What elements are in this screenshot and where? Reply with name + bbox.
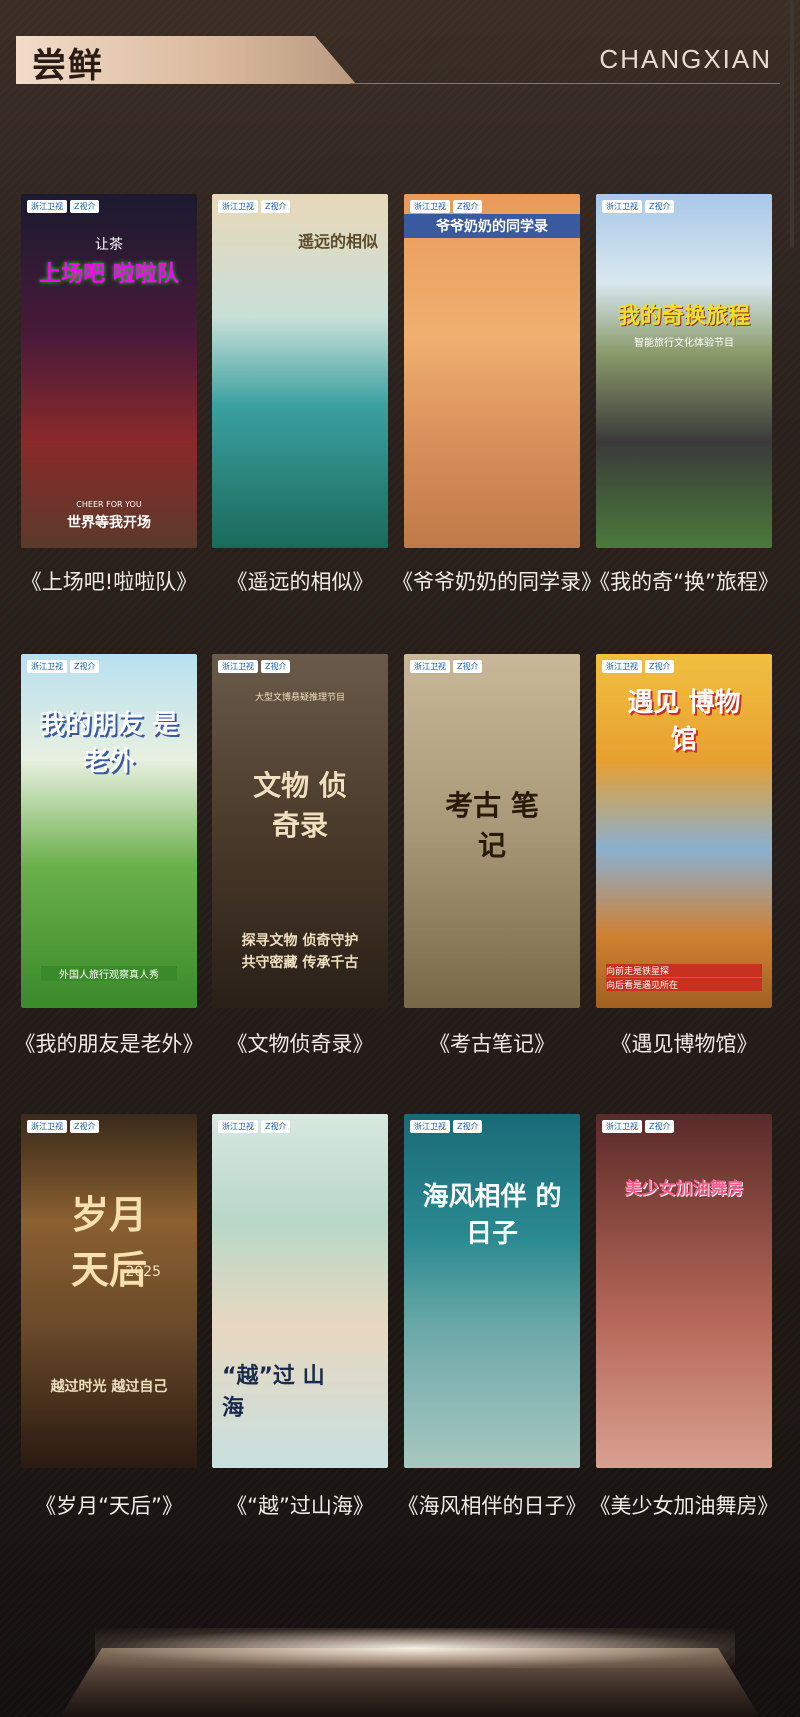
zjtv-logo: 浙江卫视 [27,660,67,673]
program-card-5[interactable]: 浙江卫视 Z视介 我的朋友 是老外 外国人旅行观察真人秀 [21,654,197,1008]
app-logo: Z视介 [453,200,483,213]
app-logo: Z视介 [645,200,675,213]
zjtv-logo: 浙江卫视 [218,1120,258,1133]
program-card-2[interactable]: 浙江卫视 Z视介 遥远的相似 [212,194,388,548]
section-title: 尝鲜 [32,46,104,86]
poster-tag2: 向后看是遇见所在 [606,978,762,991]
program-card-6[interactable]: 浙江卫视 Z视介 大型文博悬疑推理节目 文物 侦奇录 探寻文物 侦奇守护 共守密藏… [212,654,388,1008]
program-card-3[interactable]: 浙江卫视 Z视介 爷爷奶奶的同学录 [404,194,580,548]
poster-top-text: 大型文博悬疑推理节目 [254,693,345,703]
program-card-10[interactable]: 浙江卫视 Z视介 “越”过 山海 [212,1114,388,1468]
program-card-9[interactable]: 浙江卫视 Z视介 岁月 天后 2025 越过时光 越过自己 [21,1114,197,1468]
poster-title: 文物 侦奇录 [253,769,347,842]
app-logo: Z视介 [70,660,100,673]
program-card-11[interactable]: 浙江卫视 Z视介 海风相伴 的日子 [404,1114,580,1468]
app-logo: Z视介 [453,1120,483,1133]
zjtv-logo: 浙江卫视 [602,1120,642,1133]
app-logo: Z视介 [70,1120,100,1133]
app-logo: Z视介 [453,660,483,673]
section-subtitle: CHANGXIAN [599,44,772,74]
header-divider [350,83,780,84]
poster-title: 我的朋友 是老外 [39,710,179,777]
program-caption-12[interactable]: 《美少女加油舞房》 [584,1490,784,1520]
zjtv-logo: 浙江卫视 [218,200,258,213]
program-card-1[interactable]: 浙江卫视 Z视介 让茶 上场吧 啦啦队 CHEER FOR YOU 世界等我开场 [21,194,197,548]
app-logo: Z视介 [70,200,100,213]
poster-title: 遇见 博物馆 [627,688,741,755]
zjtv-logo: 浙江卫视 [218,660,258,673]
app-logo: Z视介 [645,660,675,673]
program-card-12[interactable]: 浙江卫视 Z视介 美少女加油舞房 [596,1114,772,1468]
program-caption-10[interactable]: 《“越”过山海》 [200,1490,400,1520]
zjtv-logo: 浙江卫视 [410,660,450,673]
program-caption-9[interactable]: 《岁月“天后”》 [9,1490,209,1520]
poster-tag: 探寻文物 侦奇守护 [241,933,359,949]
poster-tag: 外国人旅行观察真人秀 [41,966,177,981]
scrollbar[interactable] [790,0,794,248]
program-caption-5[interactable]: 《我的朋友是老外》 [9,1028,209,1058]
program-caption-6[interactable]: 《文物侦奇录》 [200,1028,400,1058]
program-card-4[interactable]: 浙江卫视 Z视介 我的奇换旅程 智能旅行文化体验节目 [596,194,772,548]
zjtv-logo: 浙江卫视 [27,200,67,213]
poster-title: 爷爷奶奶的同学录 [404,214,580,238]
program-card-7[interactable]: 浙江卫视 Z视介 考古 笔记 [404,654,580,1008]
stage-glow [95,1628,735,1668]
poster-title: “越”过 山海 [222,1364,325,1421]
zjtv-logo: 浙江卫视 [602,200,642,213]
zjtv-logo: 浙江卫视 [410,1120,450,1133]
poster-tag2: 共守密藏 传承千古 [241,955,359,971]
program-caption-3[interactable]: 《爷爷奶奶的同学录》 [392,566,602,596]
poster-title: 海风相伴 的日子 [422,1182,562,1249]
poster-tag2: 世界等我开场 [67,515,151,531]
zjtv-logo: 浙江卫视 [410,200,450,213]
poster-tag2: 2025 [125,1264,161,1280]
poster-tag: 智能旅行文化体验节目 [634,338,734,349]
poster-title: 考古 笔记 [445,789,539,862]
zjtv-logo: 浙江卫视 [602,660,642,673]
poster-title: 我的奇换旅程 [617,304,750,329]
poster-tag: 越过时光 越过自己 [50,1379,168,1395]
zjtv-logo: 浙江卫视 [27,1120,67,1133]
app-logo: Z视介 [645,1120,675,1133]
program-caption-7[interactable]: 《考古笔记》 [392,1028,592,1058]
app-logo: Z视介 [261,200,291,213]
program-caption-8[interactable]: 《遇见博物馆》 [584,1028,784,1058]
app-logo: Z视介 [261,1120,291,1133]
poster-tag: 向前走是铁星探 [606,964,762,977]
program-caption-4[interactable]: 《我的奇“换”旅程》 [584,566,784,596]
app-logo: Z视介 [261,660,291,673]
program-caption-11[interactable]: 《海风相伴的日子》 [392,1490,592,1520]
poster-tag: CHEER FOR YOU [76,500,142,509]
poster-title: 上场吧 啦啦队 [39,262,179,287]
poster-title: 美少女加油舞房 [624,1179,744,1199]
poster-title: 遥远的相似 [297,232,378,251]
program-caption-1[interactable]: 《上场吧!啦啦队》 [9,566,209,596]
program-card-8[interactable]: 浙江卫视 Z视介 遇见 博物馆 向前走是铁星探 向后看是遇见所在 [596,654,772,1008]
poster-top-text: 让茶 [95,237,123,253]
program-caption-2[interactable]: 《遥远的相似》 [200,566,400,596]
